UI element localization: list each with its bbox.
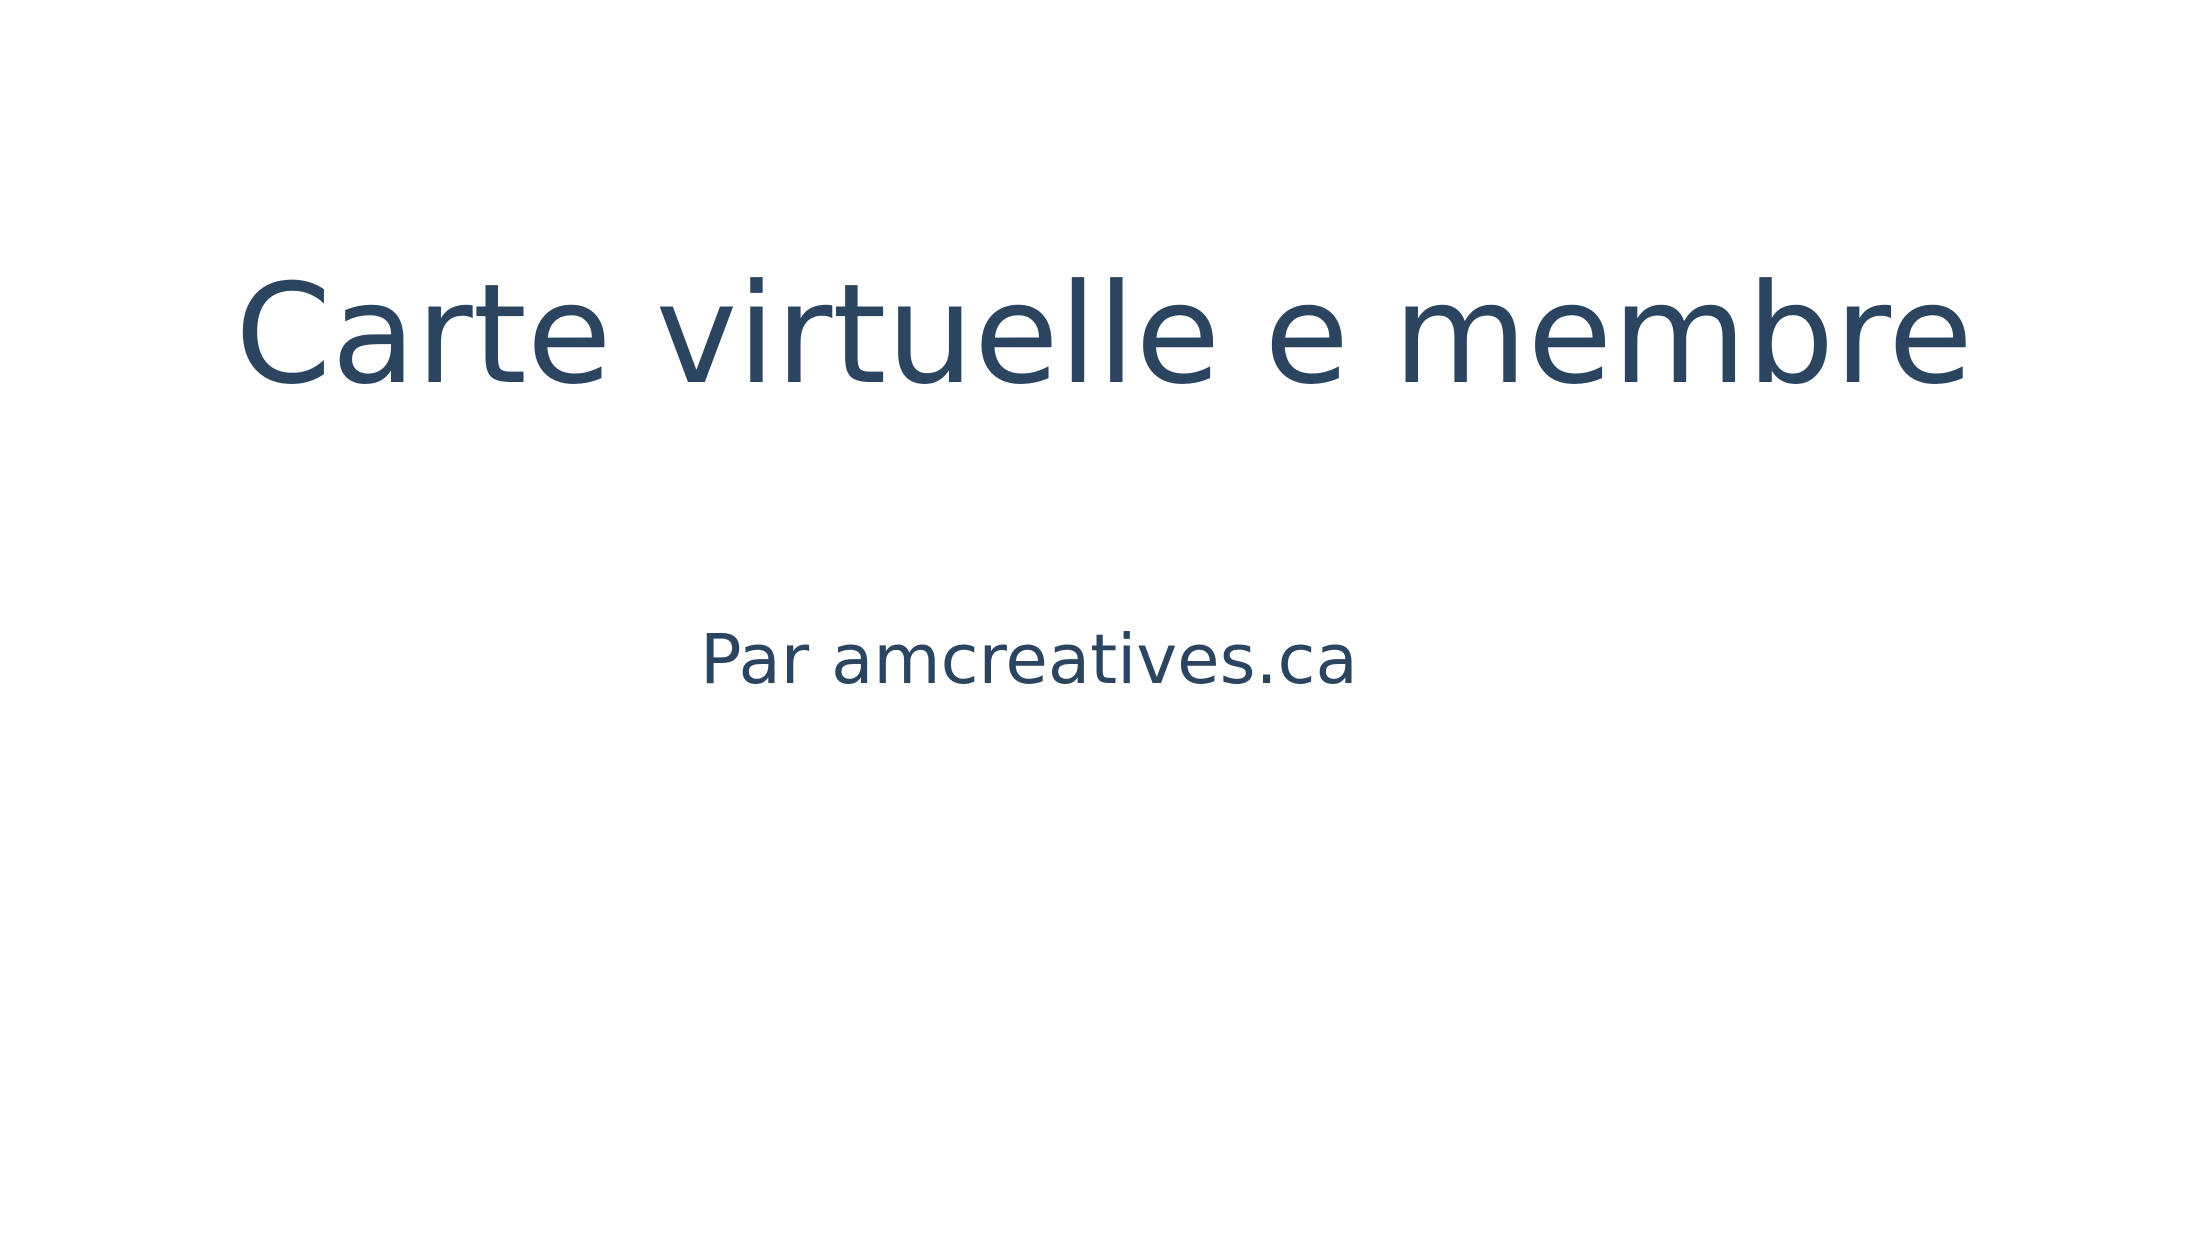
slide-subtitle: Par amcreatives.ca — [700, 620, 1358, 700]
slide-canvas: Carte virtuelle e membre Par amcreatives… — [0, 0, 2208, 1242]
slide-title: Carte virtuelle e membre — [235, 254, 1973, 415]
